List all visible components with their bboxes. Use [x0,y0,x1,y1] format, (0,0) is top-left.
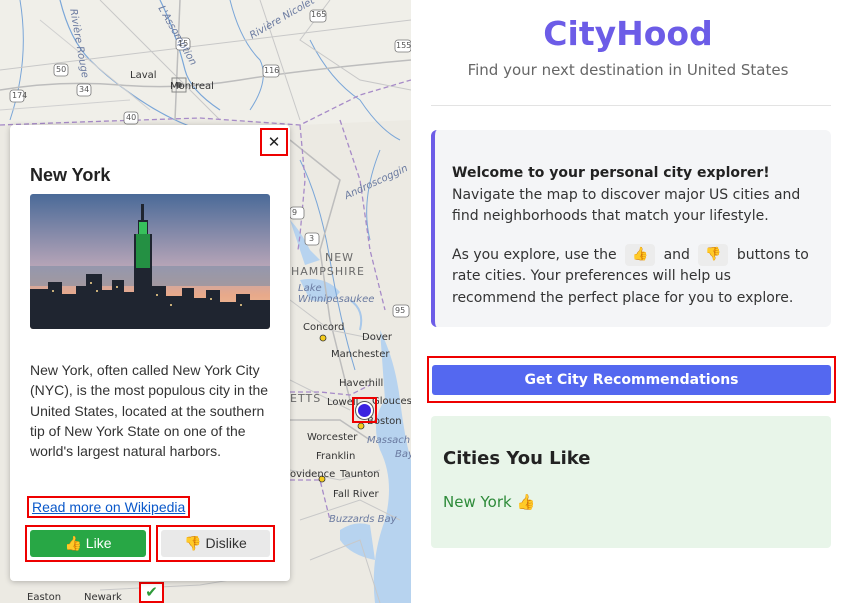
welcome-lead: Welcome to your personal city explorer! [452,165,770,181]
map-label-winnipesaukee: Winnipesaukee [298,294,375,305]
map-label-manchester: Manchester [331,349,390,360]
map-label-etts: ETTS [290,392,322,405]
map-view[interactable]: Rivière Rouge L'Assomption Rivière Nicol… [0,0,411,603]
like-button[interactable]: 👍 Like [30,530,146,557]
city-photo [30,194,270,329]
route-shield: 174 [12,91,28,100]
app-root: Rivière Rouge L'Assomption Rivière Nicol… [0,0,845,603]
like-button-outline: 👍 Like [25,525,151,562]
welcome-lead-rest: Navigate the map to discover major US ci… [452,186,801,225]
map-label-haverhill: Haverhill [339,378,384,389]
route-shield: 40 [126,113,137,122]
wikipedia-link[interactable]: Read more on Wikipedia [27,496,191,518]
map-label-bay: Bay [395,449,411,460]
map-label-franklin: Franklin [316,451,356,462]
divider [431,105,831,106]
map-label-fall-river: Fall River [333,489,379,500]
app-title: CityHood [543,14,713,53]
map-label-gloucester: Gloucester [372,396,411,407]
check-icon: ✔ [145,583,158,601]
map-label-taunton: Taunton [340,469,380,480]
map-label-massachusetts: Massach [367,435,411,446]
route-shield: 155 [396,41,411,50]
route-shield: 15 [178,39,189,48]
recommendations-button-outline: Get City Recommendations [427,356,836,403]
route-shield: 50 [56,65,67,74]
city-popup: ✕ New York New York, often called New Yo… [10,125,290,581]
map-label-buzzards-bay: Buzzards Bay [329,514,397,525]
route-shield: 34 [79,85,90,94]
map-label-newark: Newark [84,592,122,603]
map-label-new: NEW [325,251,355,264]
map-label-providence: ovidence [290,469,336,480]
rate-and: and [663,246,690,263]
get-recommendations-button[interactable]: Get City Recommendations [432,365,831,395]
welcome-intro: Welcome to your personal city explorer! … [452,163,815,228]
liked-city-item: New York 👍 [443,493,536,511]
thumbs-down-icon: 👎 [698,243,729,266]
welcome-rate-instructions: As you explore, use the 👍 and 👎 buttons … [452,243,815,310]
popup-city-title: New York [30,165,111,185]
route-shield: 3 [309,234,315,243]
map-label-worcester: Worcester [307,432,358,443]
map-label-dover: Dover [362,332,392,343]
map-label-hampshire: HAMPSHIRE [291,265,366,278]
map-label-concord: Concord [303,322,345,333]
thumbs-up-icon: 👍 [625,243,656,266]
route-shield: 116 [264,66,280,75]
liked-city-marker[interactable]: ✔ [139,582,164,603]
welcome-card: Welcome to your personal city explorer! … [431,130,831,327]
map-label-montreal: Montreal [170,81,214,92]
popup-city-description: New York, often called New York City (NY… [30,362,269,460]
app-subtitle: Find your next destination in United Sta… [467,61,789,79]
close-popup-button[interactable]: ✕ [260,128,288,156]
city-marker[interactable] [356,402,373,419]
route-shield: 165 [311,10,327,19]
map-label-lake: Lake [298,283,322,294]
route-shield: 9 [292,208,298,217]
dislike-button-outline: 👎 Dislike [156,525,275,562]
rate-prefix: As you explore, use the [452,246,617,263]
route-shield: 95 [395,306,406,315]
side-panel: CityHood Find your next destination in U… [411,0,845,603]
liked-cities-title: Cities You Like [443,448,591,469]
dislike-button[interactable]: 👎 Dislike [161,530,270,557]
liked-cities-card: Cities You Like New York 👍 [431,416,831,548]
map-label-laval: Laval [130,70,157,81]
map-label-easton: Easton [27,592,62,603]
